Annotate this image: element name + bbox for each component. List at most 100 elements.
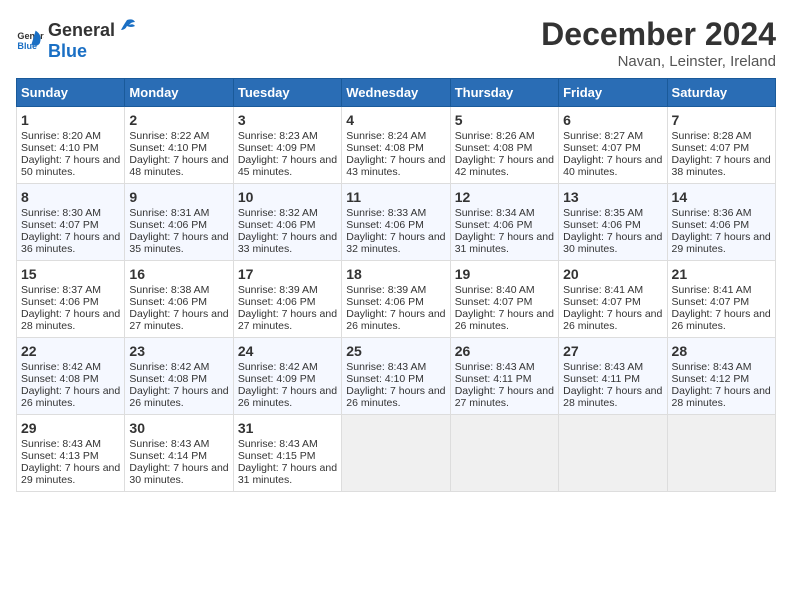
- sunrise-text: Sunrise: 8:41 AM: [563, 284, 643, 296]
- day-number: 25: [346, 343, 445, 359]
- daylight-text: Daylight: 7 hours and 50 minutes.: [21, 154, 120, 178]
- week-row-1: 1Sunrise: 8:20 AMSunset: 4:10 PMDaylight…: [17, 107, 776, 184]
- daylight-text: Daylight: 7 hours and 27 minutes.: [455, 385, 554, 409]
- header-day-wednesday: Wednesday: [342, 79, 450, 107]
- daylight-text: Daylight: 7 hours and 32 minutes.: [346, 231, 445, 255]
- calendar-cell: 15Sunrise: 8:37 AMSunset: 4:06 PMDayligh…: [17, 261, 125, 338]
- calendar-cell: [342, 415, 450, 492]
- sunset-text: Sunset: 4:06 PM: [346, 219, 424, 231]
- calendar-cell: 23Sunrise: 8:42 AMSunset: 4:08 PMDayligh…: [125, 338, 233, 415]
- sunset-text: Sunset: 4:07 PM: [563, 142, 641, 154]
- sunset-text: Sunset: 4:06 PM: [238, 296, 316, 308]
- sunrise-text: Sunrise: 8:43 AM: [455, 361, 535, 373]
- sunset-text: Sunset: 4:06 PM: [129, 296, 207, 308]
- sunrise-text: Sunrise: 8:28 AM: [672, 130, 752, 142]
- calendar-cell: 16Sunrise: 8:38 AMSunset: 4:06 PMDayligh…: [125, 261, 233, 338]
- sunrise-text: Sunrise: 8:42 AM: [129, 361, 209, 373]
- calendar-cell: 19Sunrise: 8:40 AMSunset: 4:07 PMDayligh…: [450, 261, 558, 338]
- daylight-text: Daylight: 7 hours and 26 minutes.: [672, 308, 771, 332]
- sunrise-text: Sunrise: 8:30 AM: [21, 207, 101, 219]
- daylight-text: Daylight: 7 hours and 48 minutes.: [129, 154, 228, 178]
- sunrise-text: Sunrise: 8:43 AM: [672, 361, 752, 373]
- svg-text:Blue: Blue: [17, 41, 37, 51]
- logo-icon: General Blue: [16, 25, 44, 53]
- sunrise-text: Sunrise: 8:27 AM: [563, 130, 643, 142]
- sunrise-text: Sunrise: 8:32 AM: [238, 207, 318, 219]
- calendar-cell: 30Sunrise: 8:43 AMSunset: 4:14 PMDayligh…: [125, 415, 233, 492]
- calendar-cell: 3Sunrise: 8:23 AMSunset: 4:09 PMDaylight…: [233, 107, 341, 184]
- week-row-4: 22Sunrise: 8:42 AMSunset: 4:08 PMDayligh…: [17, 338, 776, 415]
- daylight-text: Daylight: 7 hours and 30 minutes.: [129, 462, 228, 486]
- daylight-text: Daylight: 7 hours and 43 minutes.: [346, 154, 445, 178]
- day-number: 9: [129, 189, 228, 205]
- daylight-text: Daylight: 7 hours and 28 minutes.: [21, 308, 120, 332]
- sunset-text: Sunset: 4:07 PM: [563, 296, 641, 308]
- sunrise-text: Sunrise: 8:43 AM: [563, 361, 643, 373]
- logo-text-general: General: [48, 20, 115, 41]
- calendar-cell: [450, 415, 558, 492]
- day-number: 3: [238, 112, 337, 128]
- calendar-cell: 31Sunrise: 8:43 AMSunset: 4:15 PMDayligh…: [233, 415, 341, 492]
- day-number: 14: [672, 189, 771, 205]
- sunrise-text: Sunrise: 8:43 AM: [129, 438, 209, 450]
- calendar-cell: 11Sunrise: 8:33 AMSunset: 4:06 PMDayligh…: [342, 184, 450, 261]
- calendar-cell: 14Sunrise: 8:36 AMSunset: 4:06 PMDayligh…: [667, 184, 775, 261]
- daylight-text: Daylight: 7 hours and 26 minutes.: [346, 308, 445, 332]
- sunrise-text: Sunrise: 8:36 AM: [672, 207, 752, 219]
- sunset-text: Sunset: 4:08 PM: [346, 142, 424, 154]
- sunset-text: Sunset: 4:06 PM: [238, 219, 316, 231]
- day-number: 28: [672, 343, 771, 359]
- header-day-sunday: Sunday: [17, 79, 125, 107]
- daylight-text: Daylight: 7 hours and 27 minutes.: [238, 308, 337, 332]
- day-number: 20: [563, 266, 662, 282]
- sunrise-text: Sunrise: 8:38 AM: [129, 284, 209, 296]
- sunrise-text: Sunrise: 8:43 AM: [346, 361, 426, 373]
- header-day-friday: Friday: [559, 79, 667, 107]
- day-number: 8: [21, 189, 120, 205]
- day-number: 5: [455, 112, 554, 128]
- calendar-cell: 29Sunrise: 8:43 AMSunset: 4:13 PMDayligh…: [17, 415, 125, 492]
- calendar-cell: 13Sunrise: 8:35 AMSunset: 4:06 PMDayligh…: [559, 184, 667, 261]
- daylight-text: Daylight: 7 hours and 38 minutes.: [672, 154, 771, 178]
- sunrise-text: Sunrise: 8:43 AM: [238, 438, 318, 450]
- daylight-text: Daylight: 7 hours and 35 minutes.: [129, 231, 228, 255]
- sunrise-text: Sunrise: 8:43 AM: [21, 438, 101, 450]
- sunset-text: Sunset: 4:07 PM: [672, 142, 750, 154]
- calendar-cell: 17Sunrise: 8:39 AMSunset: 4:06 PMDayligh…: [233, 261, 341, 338]
- daylight-text: Daylight: 7 hours and 29 minutes.: [672, 231, 771, 255]
- daylight-text: Daylight: 7 hours and 33 minutes.: [238, 231, 337, 255]
- sunset-text: Sunset: 4:13 PM: [21, 450, 99, 462]
- sunrise-text: Sunrise: 8:42 AM: [21, 361, 101, 373]
- calendar-cell: 1Sunrise: 8:20 AMSunset: 4:10 PMDaylight…: [17, 107, 125, 184]
- calendar-cell: 8Sunrise: 8:30 AMSunset: 4:07 PMDaylight…: [17, 184, 125, 261]
- sunrise-text: Sunrise: 8:39 AM: [238, 284, 318, 296]
- header-day-tuesday: Tuesday: [233, 79, 341, 107]
- sunset-text: Sunset: 4:08 PM: [129, 373, 207, 385]
- day-number: 26: [455, 343, 554, 359]
- day-number: 27: [563, 343, 662, 359]
- main-title: December 2024: [541, 16, 776, 53]
- sunrise-text: Sunrise: 8:35 AM: [563, 207, 643, 219]
- sunset-text: Sunset: 4:08 PM: [455, 142, 533, 154]
- calendar-cell: 2Sunrise: 8:22 AMSunset: 4:10 PMDaylight…: [125, 107, 233, 184]
- calendar-cell: 21Sunrise: 8:41 AMSunset: 4:07 PMDayligh…: [667, 261, 775, 338]
- header: General Blue General Blue December 2024 …: [16, 16, 776, 70]
- sunrise-text: Sunrise: 8:31 AM: [129, 207, 209, 219]
- calendar-cell: 6Sunrise: 8:27 AMSunset: 4:07 PMDaylight…: [559, 107, 667, 184]
- daylight-text: Daylight: 7 hours and 28 minutes.: [672, 385, 771, 409]
- day-number: 4: [346, 112, 445, 128]
- day-number: 22: [21, 343, 120, 359]
- week-row-5: 29Sunrise: 8:43 AMSunset: 4:13 PMDayligh…: [17, 415, 776, 492]
- daylight-text: Daylight: 7 hours and 26 minutes.: [455, 308, 554, 332]
- day-number: 16: [129, 266, 228, 282]
- sunset-text: Sunset: 4:06 PM: [563, 219, 641, 231]
- sunrise-text: Sunrise: 8:41 AM: [672, 284, 752, 296]
- calendar-cell: 9Sunrise: 8:31 AMSunset: 4:06 PMDaylight…: [125, 184, 233, 261]
- sunset-text: Sunset: 4:11 PM: [455, 373, 532, 385]
- sunrise-text: Sunrise: 8:33 AM: [346, 207, 426, 219]
- sunset-text: Sunset: 4:11 PM: [563, 373, 640, 385]
- sunset-text: Sunset: 4:07 PM: [455, 296, 533, 308]
- daylight-text: Daylight: 7 hours and 31 minutes.: [455, 231, 554, 255]
- calendar-cell: 26 Sunrise: 8:43 AMSunset: 4:11 PMDayligh…: [450, 338, 558, 415]
- sunrise-text: Sunrise: 8:40 AM: [455, 284, 535, 296]
